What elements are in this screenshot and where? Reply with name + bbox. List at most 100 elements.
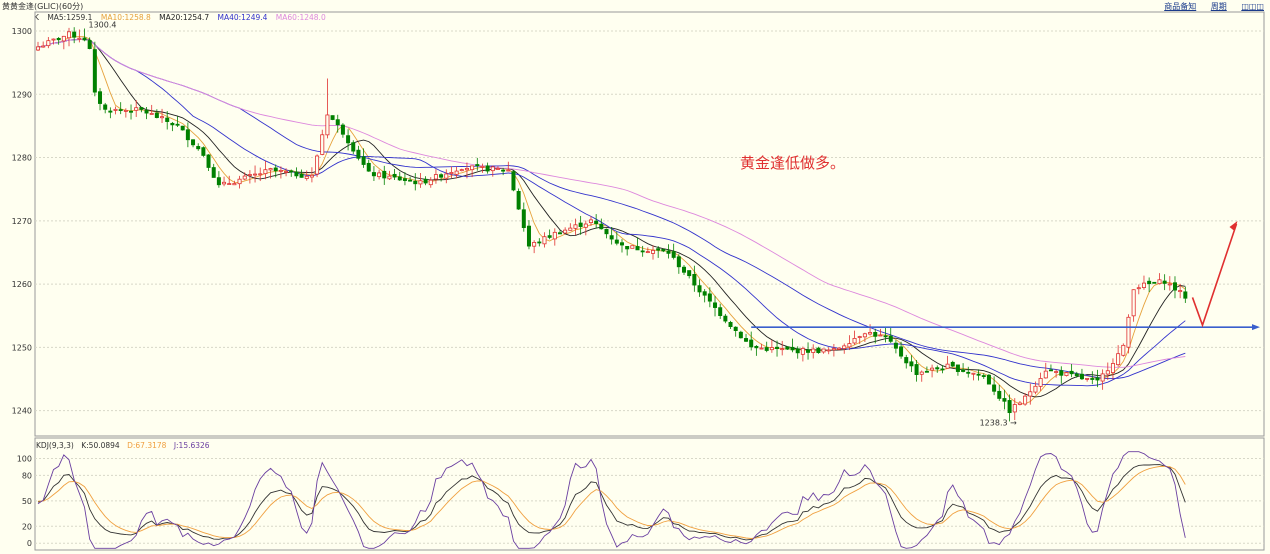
candle-body [614,239,619,244]
ma5-line [37,36,1186,405]
candle-body [211,167,216,178]
candle-body [842,345,847,349]
kdj-tick-label: 80 [22,471,32,480]
candle-body [237,178,242,185]
candle-body [201,147,206,156]
candle-body [1167,283,1172,286]
candle-body [402,178,407,181]
chart-window: 黄黄金逢(GLIC)(60分) 商品备知 周期 ◫◫◫ K MA5:1259.1… [0,0,1270,554]
candle-body [82,37,87,41]
candle-body [800,348,805,355]
candle-body [909,361,914,367]
candle-body [1126,316,1131,348]
candle-body [640,250,645,253]
candle-body [1048,369,1053,372]
candle-body [222,181,227,185]
candle-body [485,165,490,172]
candle-body [583,223,588,228]
candle-body [382,170,387,179]
candle-body [609,235,614,240]
candle-body [775,346,780,349]
candle-body [682,266,687,273]
candle-body [997,390,1002,399]
candle-body [444,173,449,179]
candle-body [304,175,309,179]
candle-body [702,291,707,296]
candle-body [790,346,795,351]
candle-body [325,114,330,136]
ma10-line [37,39,1186,398]
candle-body [418,180,423,185]
candle-body [46,40,51,47]
candle-body [289,170,294,173]
candle-body [718,307,723,317]
candle-body [826,349,831,352]
candle-body [1172,282,1177,291]
kdj-tick-label: 50 [22,497,32,506]
candle-body [129,110,134,113]
candle-body [413,180,418,185]
y-tick-label: 1260 [12,280,32,289]
candle-body [1085,378,1090,380]
candle-body [1147,280,1152,285]
candle-body [723,315,728,322]
candle-body [573,224,578,229]
candle-body [733,326,738,331]
candle-body [273,167,278,172]
candle-body [1152,281,1157,284]
candle-body [449,172,454,175]
candle-body [423,178,428,184]
candle-body [816,347,821,354]
candle-body [899,346,904,357]
candle-body [857,336,862,338]
candle-body [227,183,232,185]
candle-body [196,146,201,150]
candle-body [1038,378,1043,387]
kdj-tick-label: 0 [27,539,32,548]
candle-body [268,168,273,171]
candle-body [1059,370,1064,376]
candle-body [837,347,842,350]
candle-body [340,124,345,135]
candle-body [408,179,413,182]
candle-body [537,241,542,244]
candle-body [738,331,743,339]
candle-body [191,139,196,146]
candle-body [320,134,325,155]
candle-body [247,174,252,176]
candle-body [1007,400,1012,414]
candle-body [557,232,562,235]
candle-body [278,169,283,172]
candle-body [180,125,185,131]
candle-body [123,109,128,112]
candle-body [346,135,351,144]
candle-body [1105,370,1110,375]
candle-body [36,46,41,51]
candle-body [821,348,826,353]
candle-body [568,227,573,231]
candle-body [113,108,118,111]
candle-body [387,175,392,180]
chart-canvas: 1300129012801270126012501240 0205080100 … [12,11,1265,551]
candle-body [852,337,857,344]
candle-body [697,285,702,293]
candle-body [992,384,997,392]
candle-body [511,171,516,191]
candle-body [831,348,836,351]
candle-body [795,348,800,354]
candle-body [170,122,175,126]
kdj-d-line [37,465,1186,539]
y-tick-label: 1290 [12,90,32,99]
candle-body [149,113,154,115]
candle-body [501,169,506,172]
candle-body [578,222,583,227]
candle-body [707,293,712,302]
candle-body [1095,377,1100,381]
candle-body [563,229,568,234]
candle-body [1079,373,1084,380]
candle-body [769,347,774,351]
candle-body [811,348,816,353]
candle-body [154,112,159,118]
candle-body [604,228,609,235]
candle-body [397,176,402,181]
